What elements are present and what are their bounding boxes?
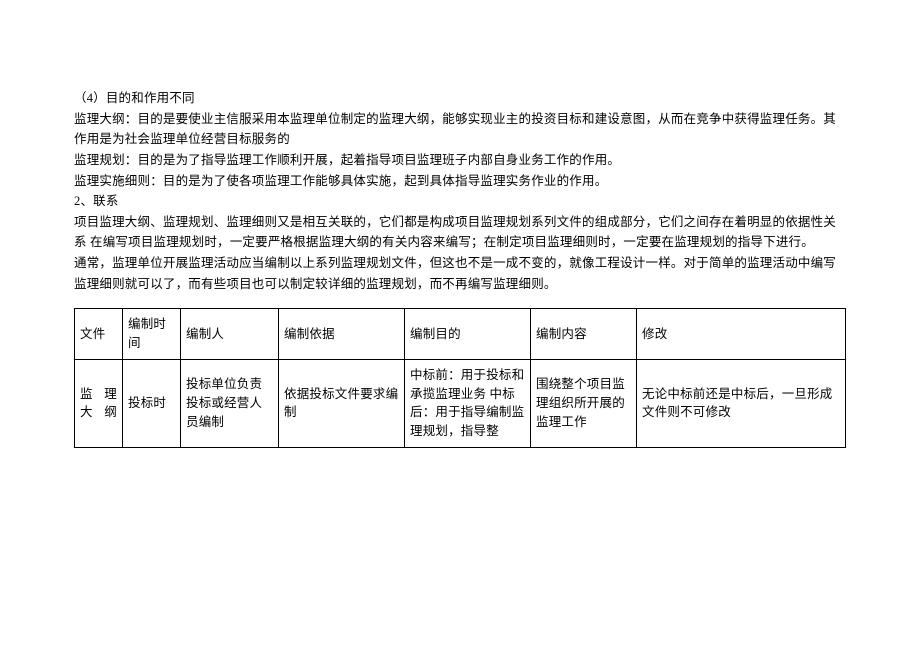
header-time: 编制时间: [123, 309, 181, 360]
para-detail: 监理实施细则：目的是为了使各项监理工作能够具体实施，起到具体指导监理实务作业的作…: [74, 171, 846, 192]
supervision-table: 文件 编制时间 编制人 编制依据 编制目的 编制内容 修改 监 理大纲 投标时 …: [74, 308, 846, 448]
para-relation-2: 通常，监理单位开展监理活动应当编制以上系列监理规划文件，但这也不是一成不变的，就…: [74, 253, 846, 294]
table-header-row: 文件 编制时间 编制人 编制依据 编制目的 编制内容 修改: [75, 309, 846, 360]
para-plan: 监理规划：目的是为了指导监理工作顺利开展，起着指导项目监理班子内部自身业务工作的…: [74, 150, 846, 171]
cell-time: 投标时: [123, 359, 181, 447]
cell-basis: 依据投标文件要求编制: [279, 359, 405, 447]
cell-content: 围绕整个项目监理组织所开展的监理工作: [531, 359, 637, 447]
table-row: 监 理大纲 投标时 投标单位负责投标或经营人员编制 依据投标文件要求编制 中标前…: [75, 359, 846, 447]
para-relation-1: 项目监理大纲、监理规划、监理细则又是相互关联的，它们都是构成项目监理规划系列文件…: [74, 212, 846, 253]
para-outline: 监理大纲：目的是要使业主信服采用本监理单位制定的监理大纲，能够实现业主的投资目标…: [74, 109, 846, 150]
header-author: 编制人: [181, 309, 279, 360]
heading-4: （4）目的和作用不同: [74, 88, 846, 109]
header-file: 文件: [75, 309, 123, 360]
cell-file: 监 理大纲: [75, 359, 123, 447]
header-modify: 修改: [637, 309, 846, 360]
cell-modify: 无论中标前还是中标后，一旦形成文件则不可修改: [637, 359, 846, 447]
heading-2: 2、联系: [74, 191, 846, 212]
header-basis: 编制依据: [279, 309, 405, 360]
cell-author: 投标单位负责投标或经营人员编制: [181, 359, 279, 447]
header-content: 编制内容: [531, 309, 637, 360]
cell-purpose: 中标前：用于投标和承揽监理业务 中标后：用于指导编制监理规划，指导整: [405, 359, 531, 447]
header-purpose: 编制目的: [405, 309, 531, 360]
